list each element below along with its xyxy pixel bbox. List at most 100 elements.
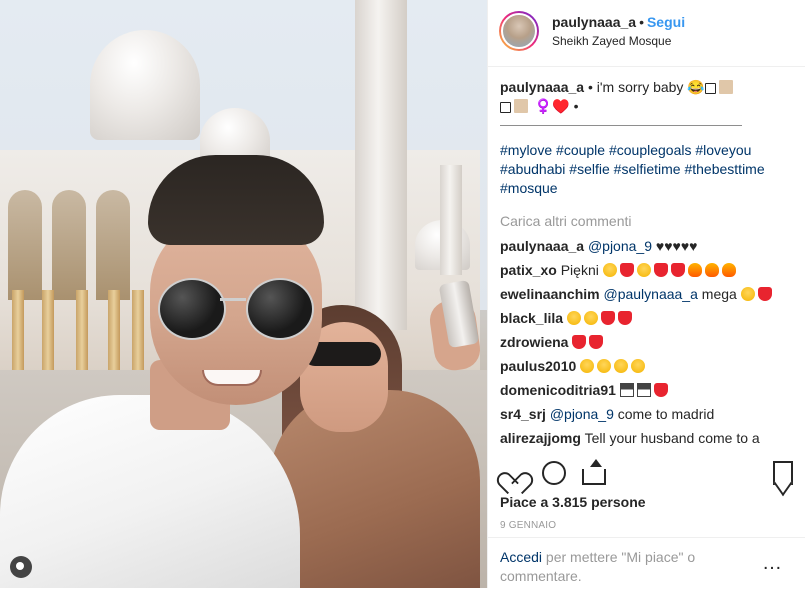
post-footer: Accedi per mettere "Mi piace" o commenta… (488, 537, 805, 589)
comment-username[interactable]: black_lila (500, 310, 563, 326)
comment-mention[interactable]: @paulynaaa_a (603, 286, 697, 302)
login-link[interactable]: Accedi (500, 549, 542, 565)
hashtags: #mylove #couple #couplegoals #loveyou #a… (500, 141, 800, 198)
smile-emoji-icon (580, 359, 595, 373)
comment-username[interactable]: paulus2010 (500, 358, 576, 374)
photo-sunglasses-bridge (220, 298, 246, 301)
photo-minaret (355, 0, 407, 330)
heart-emoji-icon (617, 311, 632, 325)
comment-username[interactable]: sr4_srj (500, 406, 546, 422)
comment-username[interactable]: zdrowiena (500, 334, 568, 350)
smile-emoji-icon (636, 263, 651, 277)
header-username[interactable]: paulynaaa_a (552, 14, 636, 30)
instagram-post: paulynaaa_a • Segui Sheikh Zayed Mosque pa… (0, 0, 805, 588)
smile-emoji-icon (583, 311, 598, 325)
comment-text: mega (697, 286, 737, 302)
hashtag-link[interactable]: #mylove (500, 142, 552, 158)
hashtag-link[interactable]: #selfie (569, 161, 609, 177)
heart-emoji-icon (600, 311, 615, 325)
action-bar (488, 455, 805, 495)
comment-icon[interactable] (540, 459, 568, 487)
comment-row: black_lila (500, 309, 800, 333)
skin-tone-icon (514, 99, 528, 113)
hashtag-link[interactable]: #selfietime (614, 161, 681, 177)
fire-emoji-icon (687, 263, 702, 277)
hashtag-link[interactable]: #couplegoals (609, 142, 692, 158)
comment-text: Piękni (560, 262, 599, 278)
header-user-line: paulynaaa_a • Segui (552, 14, 685, 30)
heart-emoji-icon (619, 263, 634, 277)
header-separator: • (639, 14, 644, 30)
comment-row: domenicoditria91 (500, 381, 800, 405)
caption-text-2: ♀️♥️ • (531, 98, 579, 114)
comment-username[interactable]: domenicoditria91 (500, 382, 616, 398)
comment-row: paulynaaa_a @pjona_9 ♥♥♥♥♥ (500, 237, 800, 261)
likes-count[interactable]: Piace a 3.815 persone (500, 494, 646, 510)
post-photo[interactable] (0, 0, 487, 588)
caption-username[interactable]: paulynaaa_a (500, 79, 584, 95)
more-options-icon[interactable]: … (762, 553, 786, 573)
heart-emoji-icon (653, 383, 668, 397)
heart-emoji-icon (653, 263, 668, 277)
top-emoji-icon (619, 383, 634, 397)
share-icon[interactable] (580, 459, 608, 487)
hashtag-link[interactable]: #loveyou (695, 142, 751, 158)
hashtag-link[interactable]: #mosque (500, 180, 558, 196)
fire-emoji-icon (704, 263, 719, 277)
login-prompt: Accedi per mettere "Mi piace" o commenta… (500, 548, 740, 586)
photo-man-smile (202, 370, 262, 386)
comment-row: patix_xo Piękni (500, 261, 800, 285)
smile-emoji-icon (566, 311, 581, 325)
smile-emoji-icon (740, 287, 755, 301)
comment-mention[interactable]: @pjona_9 (550, 406, 614, 422)
heart-icon[interactable] (500, 459, 528, 487)
post-side-panel: paulynaaa_a • Segui Sheikh Zayed Mosque pa… (487, 0, 805, 588)
hashtag-link[interactable]: #abudhabi (500, 161, 565, 177)
caption-divider (500, 125, 742, 126)
heart-emoji-icon (757, 287, 772, 301)
avatar-story-ring[interactable] (499, 11, 539, 51)
heart-emoji-icon (589, 335, 604, 349)
photo-dome-main (90, 30, 200, 140)
hashtag-link[interactable]: #thebesttime (684, 161, 764, 177)
comment-row: alirezajjomg Tell your husband come to a (500, 429, 800, 450)
comment-row: paulus2010 (500, 357, 800, 381)
comment-username[interactable]: paulynaaa_a (500, 238, 584, 254)
user-tag-icon[interactable] (10, 556, 32, 578)
hashtag-link[interactable]: #couple (556, 142, 605, 158)
comment-mention[interactable]: @pjona_9 (588, 238, 652, 254)
photo-arch (52, 190, 86, 300)
comment-username[interactable]: ewelinaanchim (500, 286, 600, 302)
avatar[interactable] (501, 13, 537, 49)
photo-sunglasses-left-lens (158, 278, 226, 340)
comment-rows: paulynaaa_a @pjona_9 ♥♥♥♥♥ patix_xo Piękn… (500, 237, 800, 450)
photo-minaret-far (440, 165, 462, 275)
comment-text: Tell your husband come to a (584, 430, 760, 446)
location-link[interactable]: Sheikh Zayed Mosque (552, 34, 671, 48)
top-emoji-icon (636, 383, 651, 397)
comment-username[interactable]: alirezajjomg (500, 430, 581, 446)
heart-emoji-icon (572, 335, 587, 349)
post-header: paulynaaa_a • Segui Sheikh Zayed Mosque (488, 0, 805, 67)
smile-emoji-icon (602, 263, 617, 277)
comment-row: ewelinaanchim @paulynaaa_a mega (500, 285, 800, 309)
post-date[interactable]: 9 GENNAIO (500, 520, 556, 531)
comment-row: sr4_srj @pjona_9 come to madrid (500, 405, 800, 429)
photo-arch (8, 190, 42, 300)
photo-arch (96, 190, 130, 300)
comment-text: come to madrid (613, 406, 715, 422)
skin-tone-icon (718, 80, 733, 94)
load-more-comments-button[interactable]: Carica altri commenti (500, 212, 800, 231)
unsupported-glyph-icon (500, 102, 511, 113)
photo-man-hair (148, 155, 324, 245)
comment-username[interactable]: patix_xo (500, 262, 557, 278)
follow-button[interactable]: Segui (647, 14, 685, 30)
bookmark-icon[interactable] (768, 459, 796, 487)
comment-text: ♥♥♥♥♥ (652, 238, 698, 254)
smile-emoji-icon (631, 359, 646, 373)
comments-list[interactable]: paulynaaa_a • i'm sorry baby 😂 ♀️♥️ • #m… (500, 78, 800, 450)
fire-emoji-icon (721, 263, 736, 277)
photo-sunglasses-right-lens (246, 278, 314, 340)
unsupported-glyph-icon (704, 83, 716, 94)
caption-line-1: paulynaaa_a • i'm sorry baby 😂 (500, 78, 800, 97)
